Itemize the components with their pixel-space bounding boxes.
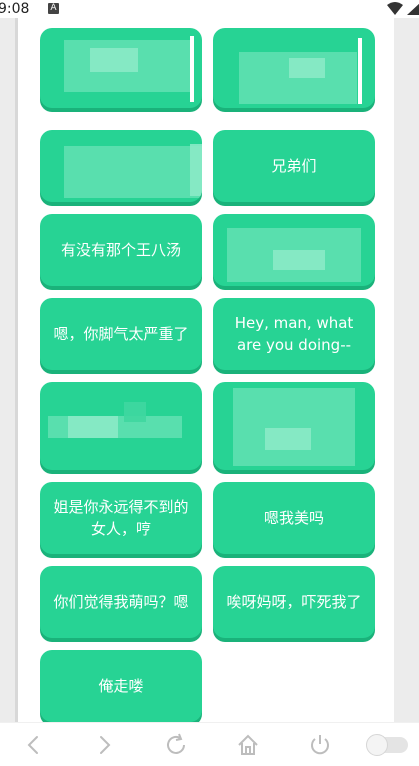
notification-icon: A xyxy=(48,3,59,14)
status-indicators xyxy=(387,2,419,15)
sound-card-12[interactable]: 嗯我美吗 xyxy=(213,482,375,554)
status-bar: 9:08 A xyxy=(0,0,419,18)
pixelated-text xyxy=(265,428,311,450)
pixelated-text xyxy=(233,388,355,466)
sound-card-label: 唉呀妈呀，吓死我了 xyxy=(226,593,362,611)
sound-card-2[interactable] xyxy=(213,28,375,108)
sound-card-label: 有没有那个王八汤 xyxy=(60,241,181,259)
pixelated-text xyxy=(358,38,362,104)
pixelated-text xyxy=(124,402,146,422)
sound-card-1[interactable] xyxy=(40,28,202,108)
left-page-edge xyxy=(0,0,18,722)
sound-card-label: 姐是你永远得不到的女人，哼 xyxy=(53,498,189,538)
sound-card-3[interactable] xyxy=(40,130,202,202)
pixelated-text xyxy=(68,416,118,438)
chevron-right-icon[interactable] xyxy=(90,731,118,759)
mode-toggle[interactable] xyxy=(366,734,408,756)
pixelated-text xyxy=(289,58,325,78)
sound-card-11[interactable]: 姐是你永远得不到的女人，哼 xyxy=(40,482,202,554)
sound-card-label: 嗯我美吗 xyxy=(263,509,324,527)
sound-card-label: 俺走喽 xyxy=(98,677,144,695)
pixelated-text xyxy=(190,36,194,102)
refresh-icon[interactable] xyxy=(162,731,190,759)
sound-card-label: 你们觉得我萌吗？嗯 xyxy=(53,593,189,611)
sound-card-10[interactable] xyxy=(213,382,375,470)
sound-card-8[interactable]: Hey, man, what are you doing-- xyxy=(213,298,375,370)
sound-card-13[interactable]: 你们觉得我萌吗？嗯 xyxy=(40,566,202,638)
sound-card-14[interactable]: 唉呀妈呀，吓死我了 xyxy=(213,566,375,638)
sound-card-9[interactable] xyxy=(40,382,202,470)
power-icon[interactable] xyxy=(306,731,334,759)
sound-card-15[interactable]: 俺走喽 xyxy=(40,650,202,722)
sound-card-5[interactable]: 有没有那个王八汤 xyxy=(40,214,202,286)
right-page-edge xyxy=(394,0,419,722)
toggle-knob xyxy=(366,734,388,756)
pixelated-text xyxy=(64,146,202,198)
browser-nav-bar xyxy=(0,722,419,766)
sound-card-6[interactable] xyxy=(213,214,375,286)
sound-card-4[interactable]: 兄弟们 xyxy=(213,130,375,202)
pixelated-text xyxy=(190,144,202,196)
sound-card-label: 嗯，你脚气太严重了 xyxy=(53,325,189,343)
sound-card-7[interactable]: 嗯，你脚气太严重了 xyxy=(40,298,202,370)
sound-card-label: Hey, man, what are you doing-- xyxy=(234,314,354,354)
pixelated-text xyxy=(273,250,325,270)
home-icon[interactable] xyxy=(234,731,262,759)
signal-icon xyxy=(407,3,419,15)
sound-card-grid: 兄弟们 有没有那个王八汤 嗯，你脚气太严重了 Hey, man, what ar… xyxy=(18,0,394,722)
wifi-icon xyxy=(387,2,403,15)
sound-card-label: 兄弟们 xyxy=(271,157,317,175)
pixelated-text xyxy=(90,48,138,72)
chevron-left-icon[interactable] xyxy=(20,731,48,759)
status-time: 9:08 xyxy=(0,1,30,17)
